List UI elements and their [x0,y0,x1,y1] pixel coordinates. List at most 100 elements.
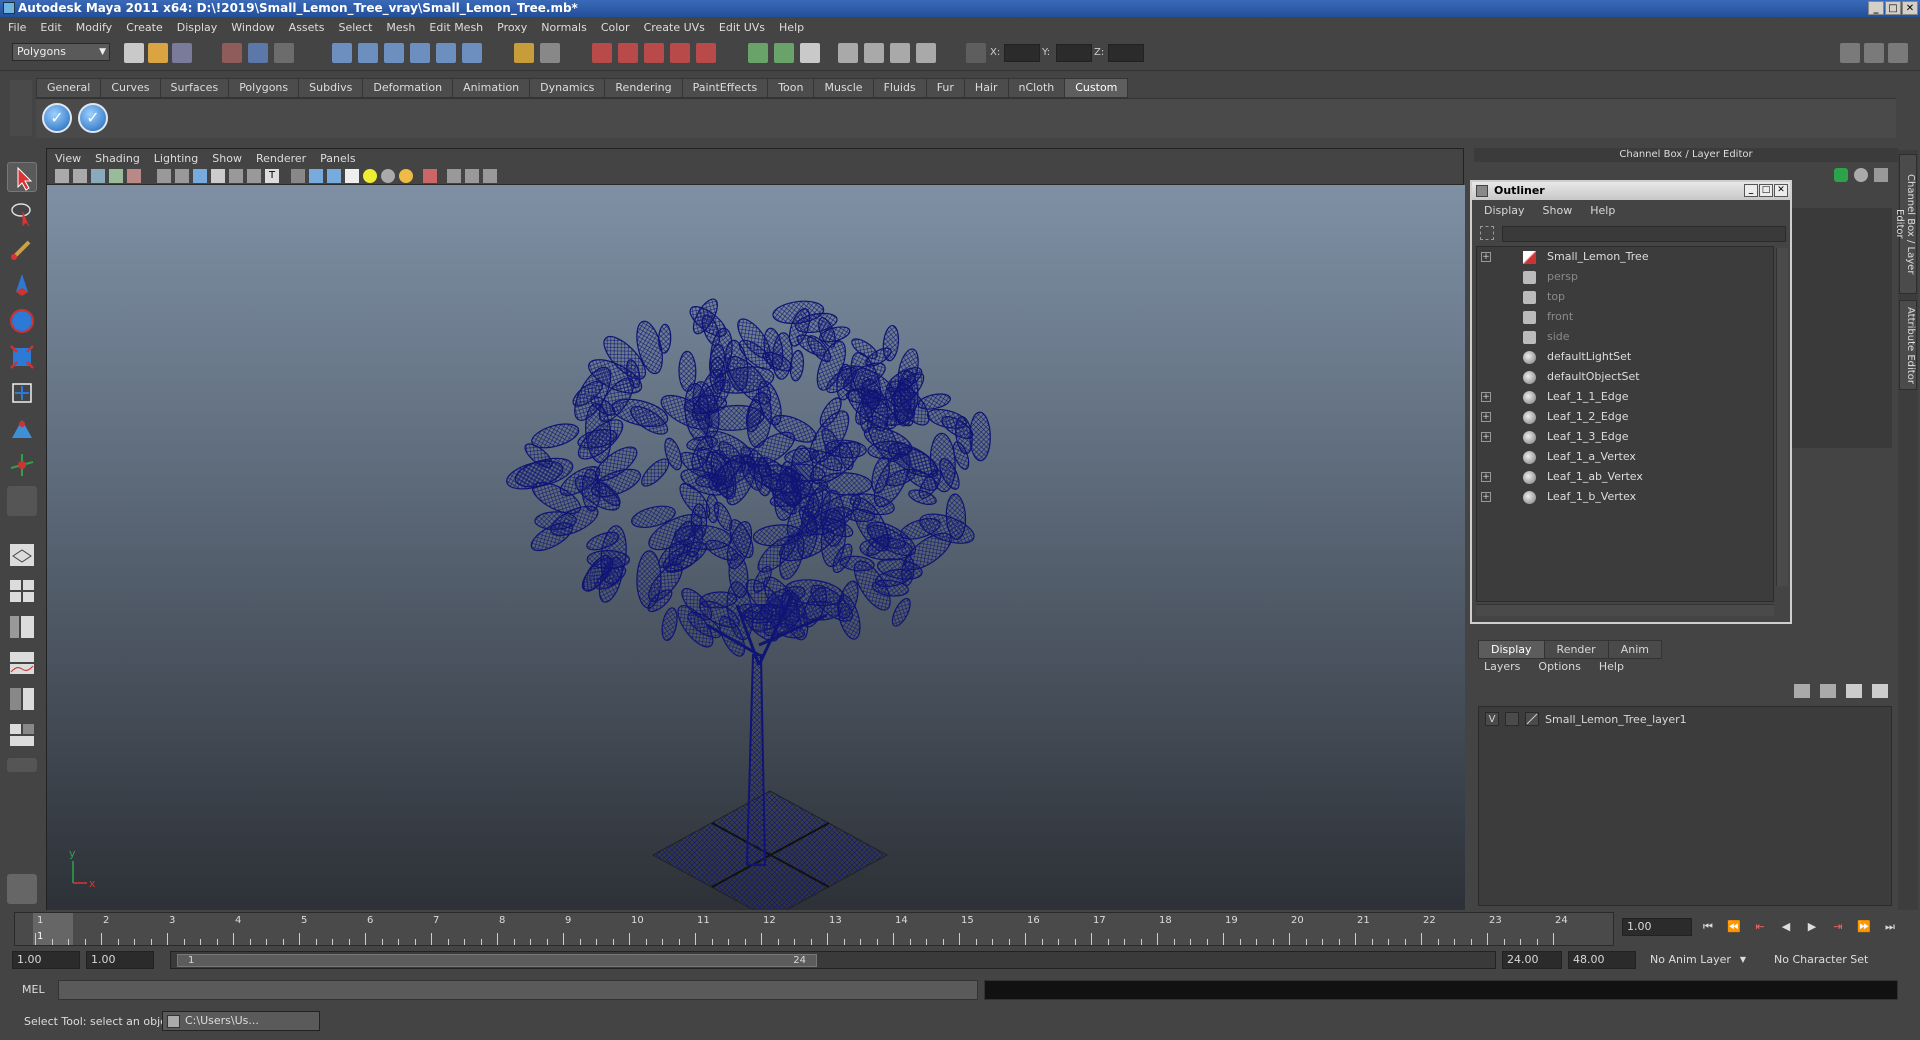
outliner-item[interactable]: Leaf_1_a_Vertex [1477,447,1773,467]
menu-modify[interactable]: Modify [76,21,112,34]
layer-menu-layers[interactable]: Layers [1484,660,1520,673]
channel-box-toggle-icon[interactable] [1888,43,1908,63]
outliner-item[interactable]: + Leaf_1_1_Edge [1477,387,1773,407]
go-to-start-icon[interactable]: ⏮ [1698,918,1718,936]
hotbox-icon[interactable] [7,874,37,904]
tab-animation[interactable]: Animation [452,78,531,98]
viewport-scene[interactable]: y x [47,185,1465,910]
outliner-item[interactable]: + Leaf_1_3_Edge [1477,427,1773,447]
taskbar-item[interactable]: C:\Users\Us... [162,1011,320,1031]
maximize-button[interactable]: □ [1885,1,1901,15]
outliner-vertical-scrollbar[interactable] [1776,248,1788,586]
animation-end-field[interactable]: 48.00 [1568,951,1636,969]
show-manipulator-icon[interactable] [7,450,37,480]
outliner-search-input[interactable] [1502,226,1786,242]
layer-menu-help[interactable]: Help [1599,660,1624,673]
layer-row[interactable]: V Small_Lemon_Tree_layer1 [1485,711,1687,727]
menu-assets[interactable]: Assets [289,21,325,34]
field-chart-icon[interactable] [211,169,225,183]
perspective-viewport[interactable]: View Shading Lighting Show Renderer Pane… [46,148,1465,910]
open-scene-icon[interactable] [148,43,168,63]
panel-menu-shading[interactable]: Shading [95,152,140,165]
snap-view-plane-icon[interactable] [410,43,430,63]
outliner-persp-layout-icon[interactable] [7,612,37,642]
panel-menu-renderer[interactable]: Renderer [256,152,306,165]
outliner-minimize-button[interactable]: _ [1744,184,1758,197]
outliner-maximize-button[interactable]: □ [1759,184,1773,197]
hud-icon[interactable] [483,169,497,183]
outliner-item[interactable]: defaultLightSet [1477,347,1773,367]
tab-ncloth[interactable]: nCloth [1007,78,1066,98]
current-frame-field[interactable]: 1.00 [1622,918,1692,936]
outliner-horizontal-scrollbar[interactable] [1476,604,1774,616]
channel-box-icon[interactable] [1834,168,1848,182]
tab-attribute-editor[interactable]: Attribute Editor [1899,300,1917,390]
expand-icon[interactable]: + [1481,392,1491,402]
tab-display[interactable]: Display [1478,640,1545,659]
use-default-light-icon[interactable] [363,169,377,183]
tab-anim[interactable]: Anim [1607,640,1662,659]
render-view-icon[interactable] [696,43,716,63]
shelf-check-icon[interactable]: ✓ [78,103,108,133]
menu-edit-uvs[interactable]: Edit UVs [719,21,765,34]
tab-rendering[interactable]: Rendering [604,78,683,98]
layout-options-icon[interactable] [7,758,37,772]
tab-toon[interactable]: Toon [767,78,815,98]
smooth-shade-icon[interactable] [309,169,323,183]
render-icon[interactable] [592,43,612,63]
menu-window[interactable]: Window [231,21,274,34]
shelf-check-icon[interactable]: ✓ [42,103,72,133]
y-field[interactable] [1056,44,1092,62]
tab-fur[interactable]: Fur [925,78,965,98]
playback-start-field[interactable]: 1.00 [86,951,154,969]
tab-channel-box-layer-editor[interactable]: Channel Box / Layer Editor [1894,154,1917,294]
step-forward-key-icon[interactable]: ⇥ [1828,918,1848,936]
make-live-icon[interactable] [436,43,456,63]
shader-ball-icon[interactable] [890,43,910,63]
outliner-item[interactable]: + Leaf_1_2_Edge [1477,407,1773,427]
construction-history-icon[interactable] [514,43,534,63]
outliner-item[interactable]: + Leaf_1_b_Vertex [1477,487,1773,507]
save-scene-icon[interactable] [172,43,192,63]
tab-fluids[interactable]: Fluids [872,78,927,98]
layer-color-swatch[interactable] [1525,712,1539,726]
expand-icon[interactable]: + [1481,472,1491,482]
hypershade-icon[interactable] [670,43,690,63]
tab-curves[interactable]: Curves [100,78,161,98]
playback-end-field[interactable]: 24.00 [1502,951,1562,969]
layer-display-type-toggle[interactable] [1505,712,1519,726]
shadows-icon[interactable] [381,169,395,183]
move-layer-up-icon[interactable] [1794,684,1810,698]
move-layer-down-icon[interactable] [1820,684,1836,698]
xray-joints-icon[interactable] [465,169,479,183]
single-perspective-layout-icon[interactable] [7,540,37,570]
paint-select-tool-icon[interactable] [7,234,37,264]
close-button[interactable]: ✕ [1902,1,1918,15]
range-slider-thumb[interactable]: 1 24 [177,954,817,967]
tab-painteffects[interactable]: PaintEffects [681,78,769,98]
outliner-item[interactable]: top [1477,287,1773,307]
render-settings-icon[interactable] [644,43,664,63]
film-gate-icon[interactable] [157,169,171,183]
tab-deformation[interactable]: Deformation [362,78,454,98]
tab-surfaces[interactable]: Surfaces [159,78,230,98]
tab-dynamics[interactable]: Dynamics [529,78,606,98]
input-line-icon[interactable] [748,43,768,63]
last-tool-icon[interactable] [7,486,37,516]
outliner-menu-help[interactable]: Help [1590,204,1615,217]
select-component-icon[interactable] [274,43,294,63]
bookmarks-icon[interactable] [91,169,105,183]
shelf-options-icon[interactable] [10,80,32,136]
isolate-select-icon[interactable] [423,169,437,183]
menu-create-uvs[interactable]: Create UVs [644,21,705,34]
outliner-item[interactable]: front [1477,307,1773,327]
panel-menu-view[interactable]: View [55,152,81,165]
expand-icon[interactable]: + [1481,432,1491,442]
gate-mask-icon[interactable] [193,169,207,183]
tab-subdivs[interactable]: Subdivs [298,78,364,98]
menu-set-dropdown[interactable]: Polygons ▼ [12,43,110,61]
high-quality-icon[interactable] [399,169,413,183]
range-slider[interactable]: 1 24 [170,951,1496,969]
layer-editor-icon[interactable] [1854,168,1868,182]
move-tool-icon[interactable] [7,270,37,300]
